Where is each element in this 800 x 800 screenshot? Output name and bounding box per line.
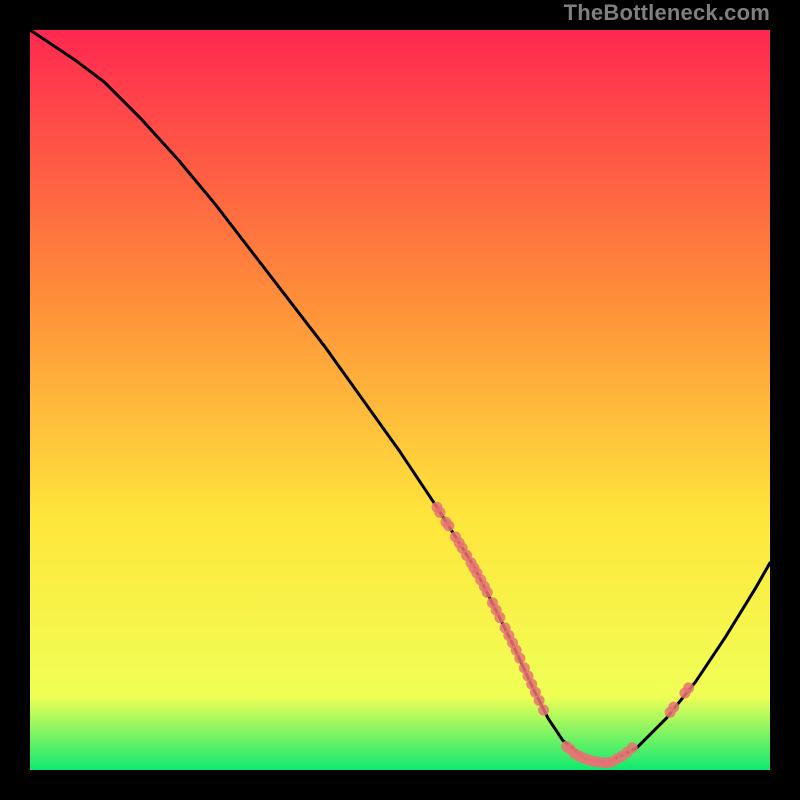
data-marker: [538, 705, 549, 716]
data-marker: [668, 702, 679, 713]
chart-frame: TheBottleneck.com: [0, 0, 800, 800]
data-marker: [514, 653, 525, 664]
data-marker: [494, 612, 505, 623]
watermark-text: TheBottleneck.com: [564, 0, 770, 26]
gradient-background: [30, 30, 770, 770]
data-marker: [443, 520, 454, 531]
plot-area: [30, 30, 770, 770]
chart-svg: [30, 30, 770, 770]
data-marker: [434, 507, 445, 518]
data-marker: [627, 742, 638, 753]
data-marker: [482, 587, 493, 598]
data-marker: [683, 682, 694, 693]
data-marker: [534, 695, 545, 706]
